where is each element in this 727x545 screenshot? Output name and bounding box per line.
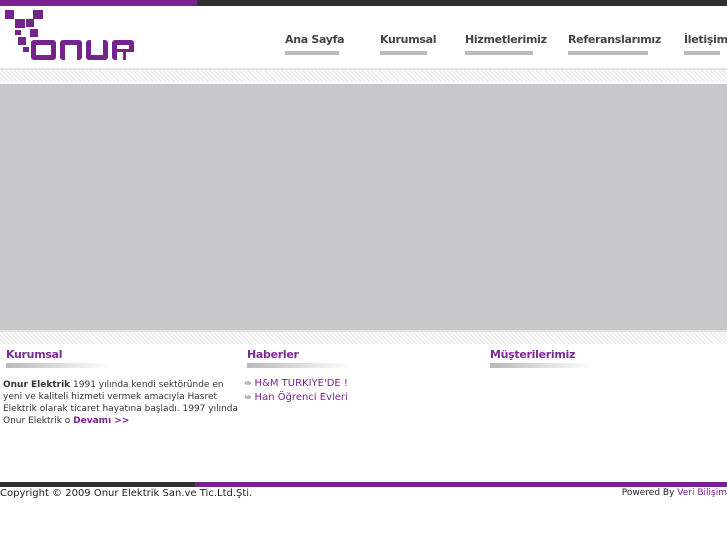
nav-label: İletişim [684,33,727,46]
news-list: ⇼ H&M TURKIYE'DE ! ⇼ Han Öğrenci Evleri [244,377,348,405]
bullet-icon: ⇼ [244,393,252,403]
nav-label: Kurumsal [380,33,437,46]
powered-by: Powered By Veri Bilişim [622,488,727,498]
section-musteriler: Müşterilerimiz [490,348,594,368]
nav-hizmetlerimiz[interactable]: Hizmetlerimiz [465,33,547,55]
nav-iletisim[interactable]: İletişim [684,33,727,55]
news-item[interactable]: ⇼ H&M TURKIYE'DE ! [244,377,348,391]
section-title: Müşterilerimiz [490,348,576,361]
bullet-icon: ⇼ [244,379,252,389]
nav-referanslarimiz[interactable]: Referanslarımız [568,33,661,55]
news-item[interactable]: ⇼ Han Öğrenci Evleri [244,391,348,405]
nav-ana-sayfa[interactable]: Ana Sayfa [285,33,345,55]
news-link[interactable]: Han Öğrenci Evleri [255,392,348,403]
read-more-link[interactable]: Devamı >> [73,416,129,426]
company-name: Onur Elektrik [3,380,71,390]
copyright: Copyright © 2009 Onur Elektrik San.ve Ti… [0,488,253,499]
section-haberler: Haberler [247,348,351,368]
nav-label: Hizmetlerimiz [465,33,547,46]
top-bar [0,0,727,6]
nav-kurumsal[interactable]: Kurumsal [380,33,437,55]
onur-logo[interactable] [5,10,140,62]
banner [0,84,727,330]
section-title: Haberler [247,348,299,361]
nav-label: Ana Sayfa [285,33,345,46]
about-text: Onur Elektrik 1991 yılında kendi sektörü… [3,379,241,427]
veri-bilisim-link[interactable]: Veri Bilişim [677,488,727,498]
news-link[interactable]: H&M TURKIYE'DE ! [255,378,348,389]
nav-label: Referanslarımız [568,33,661,46]
section-kurumsal: Kurumsal [6,348,110,368]
powered-label: Powered By [621,488,678,498]
banner-divider [0,330,727,344]
footer-bar [0,482,727,487]
header-divider [0,68,727,82]
section-title: Kurumsal [6,348,63,361]
